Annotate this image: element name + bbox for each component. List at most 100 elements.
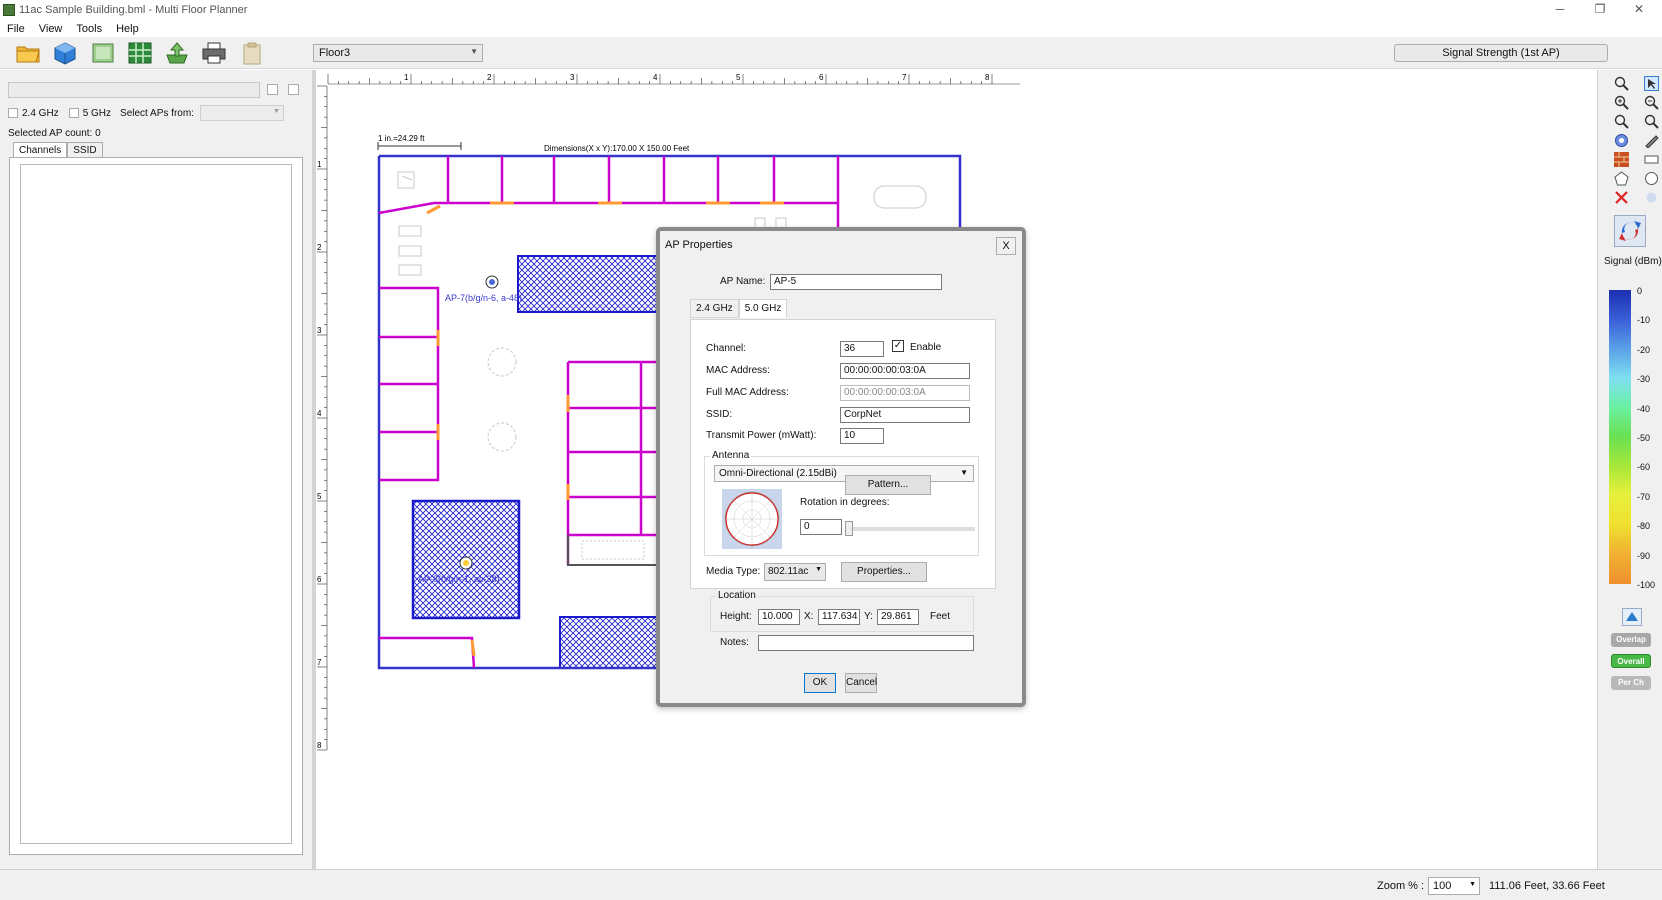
- ap-8-label[interactable]: AP-8(b/g/n-1, ac-38): [418, 574, 500, 584]
- ap-7-marker[interactable]: [485, 275, 499, 289]
- floor-image-icon[interactable]: [90, 41, 116, 65]
- tab-24ghz[interactable]: 2.4 GHz: [690, 299, 739, 318]
- measure-icon[interactable]: [1644, 190, 1659, 205]
- channel-list[interactable]: [9, 157, 303, 855]
- menu-help[interactable]: Help: [109, 23, 146, 35]
- transmit-power-label: Transmit Power (mWatt):: [706, 430, 817, 441]
- rotation-field[interactable]: 0: [800, 519, 842, 535]
- open-folder-icon[interactable]: [15, 41, 41, 65]
- rectangle-icon[interactable]: [1644, 152, 1659, 167]
- antenna-value: Omni-Directional (2.15dBi): [719, 468, 837, 479]
- left-panel: 2.4 GHz 5 GHz Select APs from: ▼ Selecte…: [0, 70, 312, 869]
- per-channel-button[interactable]: Per Ch: [1611, 676, 1651, 690]
- scale-tick-label: -70: [1637, 491, 1651, 502]
- dialog-titlebar[interactable]: AP Properties X: [660, 231, 1022, 257]
- scale-tick-label: -20: [1637, 344, 1651, 355]
- restore-button[interactable]: ❐: [1585, 2, 1615, 16]
- location-label: Location: [716, 590, 758, 601]
- enable-checkbox[interactable]: ✓: [892, 340, 904, 352]
- ap-7-label[interactable]: AP-7(b/g/n-6, a-48): [445, 293, 522, 303]
- menu-view[interactable]: View: [32, 23, 70, 35]
- menu-tools[interactable]: Tools: [69, 23, 109, 35]
- x-field[interactable]: 117.634: [818, 609, 860, 625]
- rotation-slider-track[interactable]: [845, 527, 975, 531]
- zoom-in-icon[interactable]: [1614, 95, 1629, 110]
- print-icon[interactable]: [201, 41, 227, 65]
- toolbar: Floor3 ▼ Signal Strength (1st AP): [0, 37, 1662, 69]
- zoom-out-icon[interactable]: [1644, 95, 1659, 110]
- zoom-label: Zoom % :: [1377, 880, 1425, 892]
- band-24-label: 2.4 GHz: [22, 107, 59, 119]
- scale-tick-label: -10: [1637, 315, 1651, 326]
- chevron-down-icon: ▼: [273, 108, 280, 115]
- channel-field[interactable]: 36: [840, 341, 884, 357]
- notes-label: Notes:: [720, 637, 749, 648]
- ap-name-field[interactable]: AP-5: [770, 274, 942, 290]
- zoom-fit-icon[interactable]: [1614, 114, 1629, 129]
- menu-bar: File View Tools Help: [0, 20, 1662, 37]
- minimize-button[interactable]: ─: [1545, 2, 1575, 16]
- export-icon[interactable]: [164, 41, 190, 65]
- floor-select[interactable]: Floor3 ▼: [313, 44, 483, 62]
- rotation-slider-thumb[interactable]: [845, 521, 853, 536]
- channel-label: Channel:: [706, 343, 747, 354]
- legend-toggle-icon[interactable]: [1622, 608, 1642, 626]
- unit-label: Feet: [930, 611, 951, 622]
- y-field[interactable]: 29.861: [877, 609, 919, 625]
- zoom-area-icon[interactable]: [1644, 114, 1659, 129]
- cancel-button[interactable]: Cancel: [845, 673, 877, 693]
- chevron-down-icon: ▼: [815, 566, 822, 573]
- height-label: Height:: [720, 611, 752, 622]
- media-type-label: Media Type:: [706, 566, 761, 577]
- transmit-power-field[interactable]: 10: [840, 428, 884, 444]
- tab-5ghz[interactable]: 5.0 GHz: [738, 299, 788, 318]
- ssid-label: SSID:: [706, 409, 733, 420]
- mac-field[interactable]: 00:00:00:00:03:0A: [840, 363, 970, 379]
- polygon-icon[interactable]: [1614, 171, 1629, 186]
- filter-apply-checkbox[interactable]: [267, 84, 278, 95]
- channel-list-inner: [20, 164, 292, 844]
- ruler-left-label: 6: [317, 575, 322, 584]
- menu-file[interactable]: File: [0, 23, 32, 35]
- gray-wall: [567, 535, 660, 566]
- overall-button[interactable]: Overall: [1611, 654, 1651, 668]
- scale-tick-label: 0: [1637, 286, 1643, 296]
- scale-text: 1 in.=24.29 ft: [378, 134, 425, 143]
- zoom-icon[interactable]: [1614, 76, 1629, 91]
- dialog-close-button[interactable]: X: [996, 237, 1016, 255]
- ap-properties-dialog: AP Properties X AP Name: AP-5 2.4 GHz 5.…: [656, 227, 1026, 707]
- ap-source-select[interactable]: ▼: [199, 105, 284, 121]
- pattern-button[interactable]: Pattern...: [845, 475, 931, 495]
- ok-button[interactable]: OK: [804, 673, 836, 693]
- chevron-down-icon: ▼: [960, 468, 968, 477]
- draw-wall-icon[interactable]: [1644, 133, 1659, 148]
- ap-filter-input[interactable]: [8, 82, 260, 98]
- ruler-left-label: 8: [317, 741, 322, 750]
- overlap-button[interactable]: Overlap: [1611, 633, 1651, 647]
- signal-mode-button[interactable]: Signal Strength (1st AP): [1394, 44, 1608, 62]
- band-24-checkbox[interactable]: [8, 108, 18, 118]
- ap-8-marker[interactable]: [459, 556, 473, 570]
- filter-clear-checkbox[interactable]: [288, 84, 299, 95]
- delete-icon[interactable]: [1614, 190, 1629, 205]
- clipboard-icon[interactable]: [239, 41, 265, 65]
- circle-icon[interactable]: [1644, 171, 1659, 186]
- refresh-signal-icon[interactable]: [1614, 215, 1646, 247]
- band-5-checkbox[interactable]: [68, 108, 79, 118]
- scale-tick-label: -80: [1637, 521, 1651, 532]
- grid-icon[interactable]: [127, 41, 153, 65]
- media-type-select[interactable]: 802.11ac ▼: [764, 563, 826, 581]
- ssid-field[interactable]: CorpNet: [840, 407, 970, 423]
- add-ap-icon[interactable]: [1614, 133, 1629, 148]
- select-pointer-icon[interactable]: [1644, 76, 1659, 91]
- close-window-button[interactable]: ✕: [1624, 2, 1654, 16]
- properties-button[interactable]: Properties...: [841, 562, 927, 582]
- height-field[interactable]: 10.000: [758, 609, 800, 625]
- brick-wall-icon[interactable]: [1614, 152, 1629, 167]
- zoom-select[interactable]: 100 ▼: [1428, 877, 1480, 895]
- antenna-select[interactable]: Omni-Directional (2.15dBi) ▼: [714, 465, 974, 482]
- 3d-cube-icon[interactable]: [52, 41, 78, 65]
- notes-field[interactable]: [758, 635, 974, 651]
- ruler-left-label: 3: [317, 326, 322, 335]
- title-bar: 11ac Sample Building.bml - Multi Floor P…: [0, 0, 1662, 20]
